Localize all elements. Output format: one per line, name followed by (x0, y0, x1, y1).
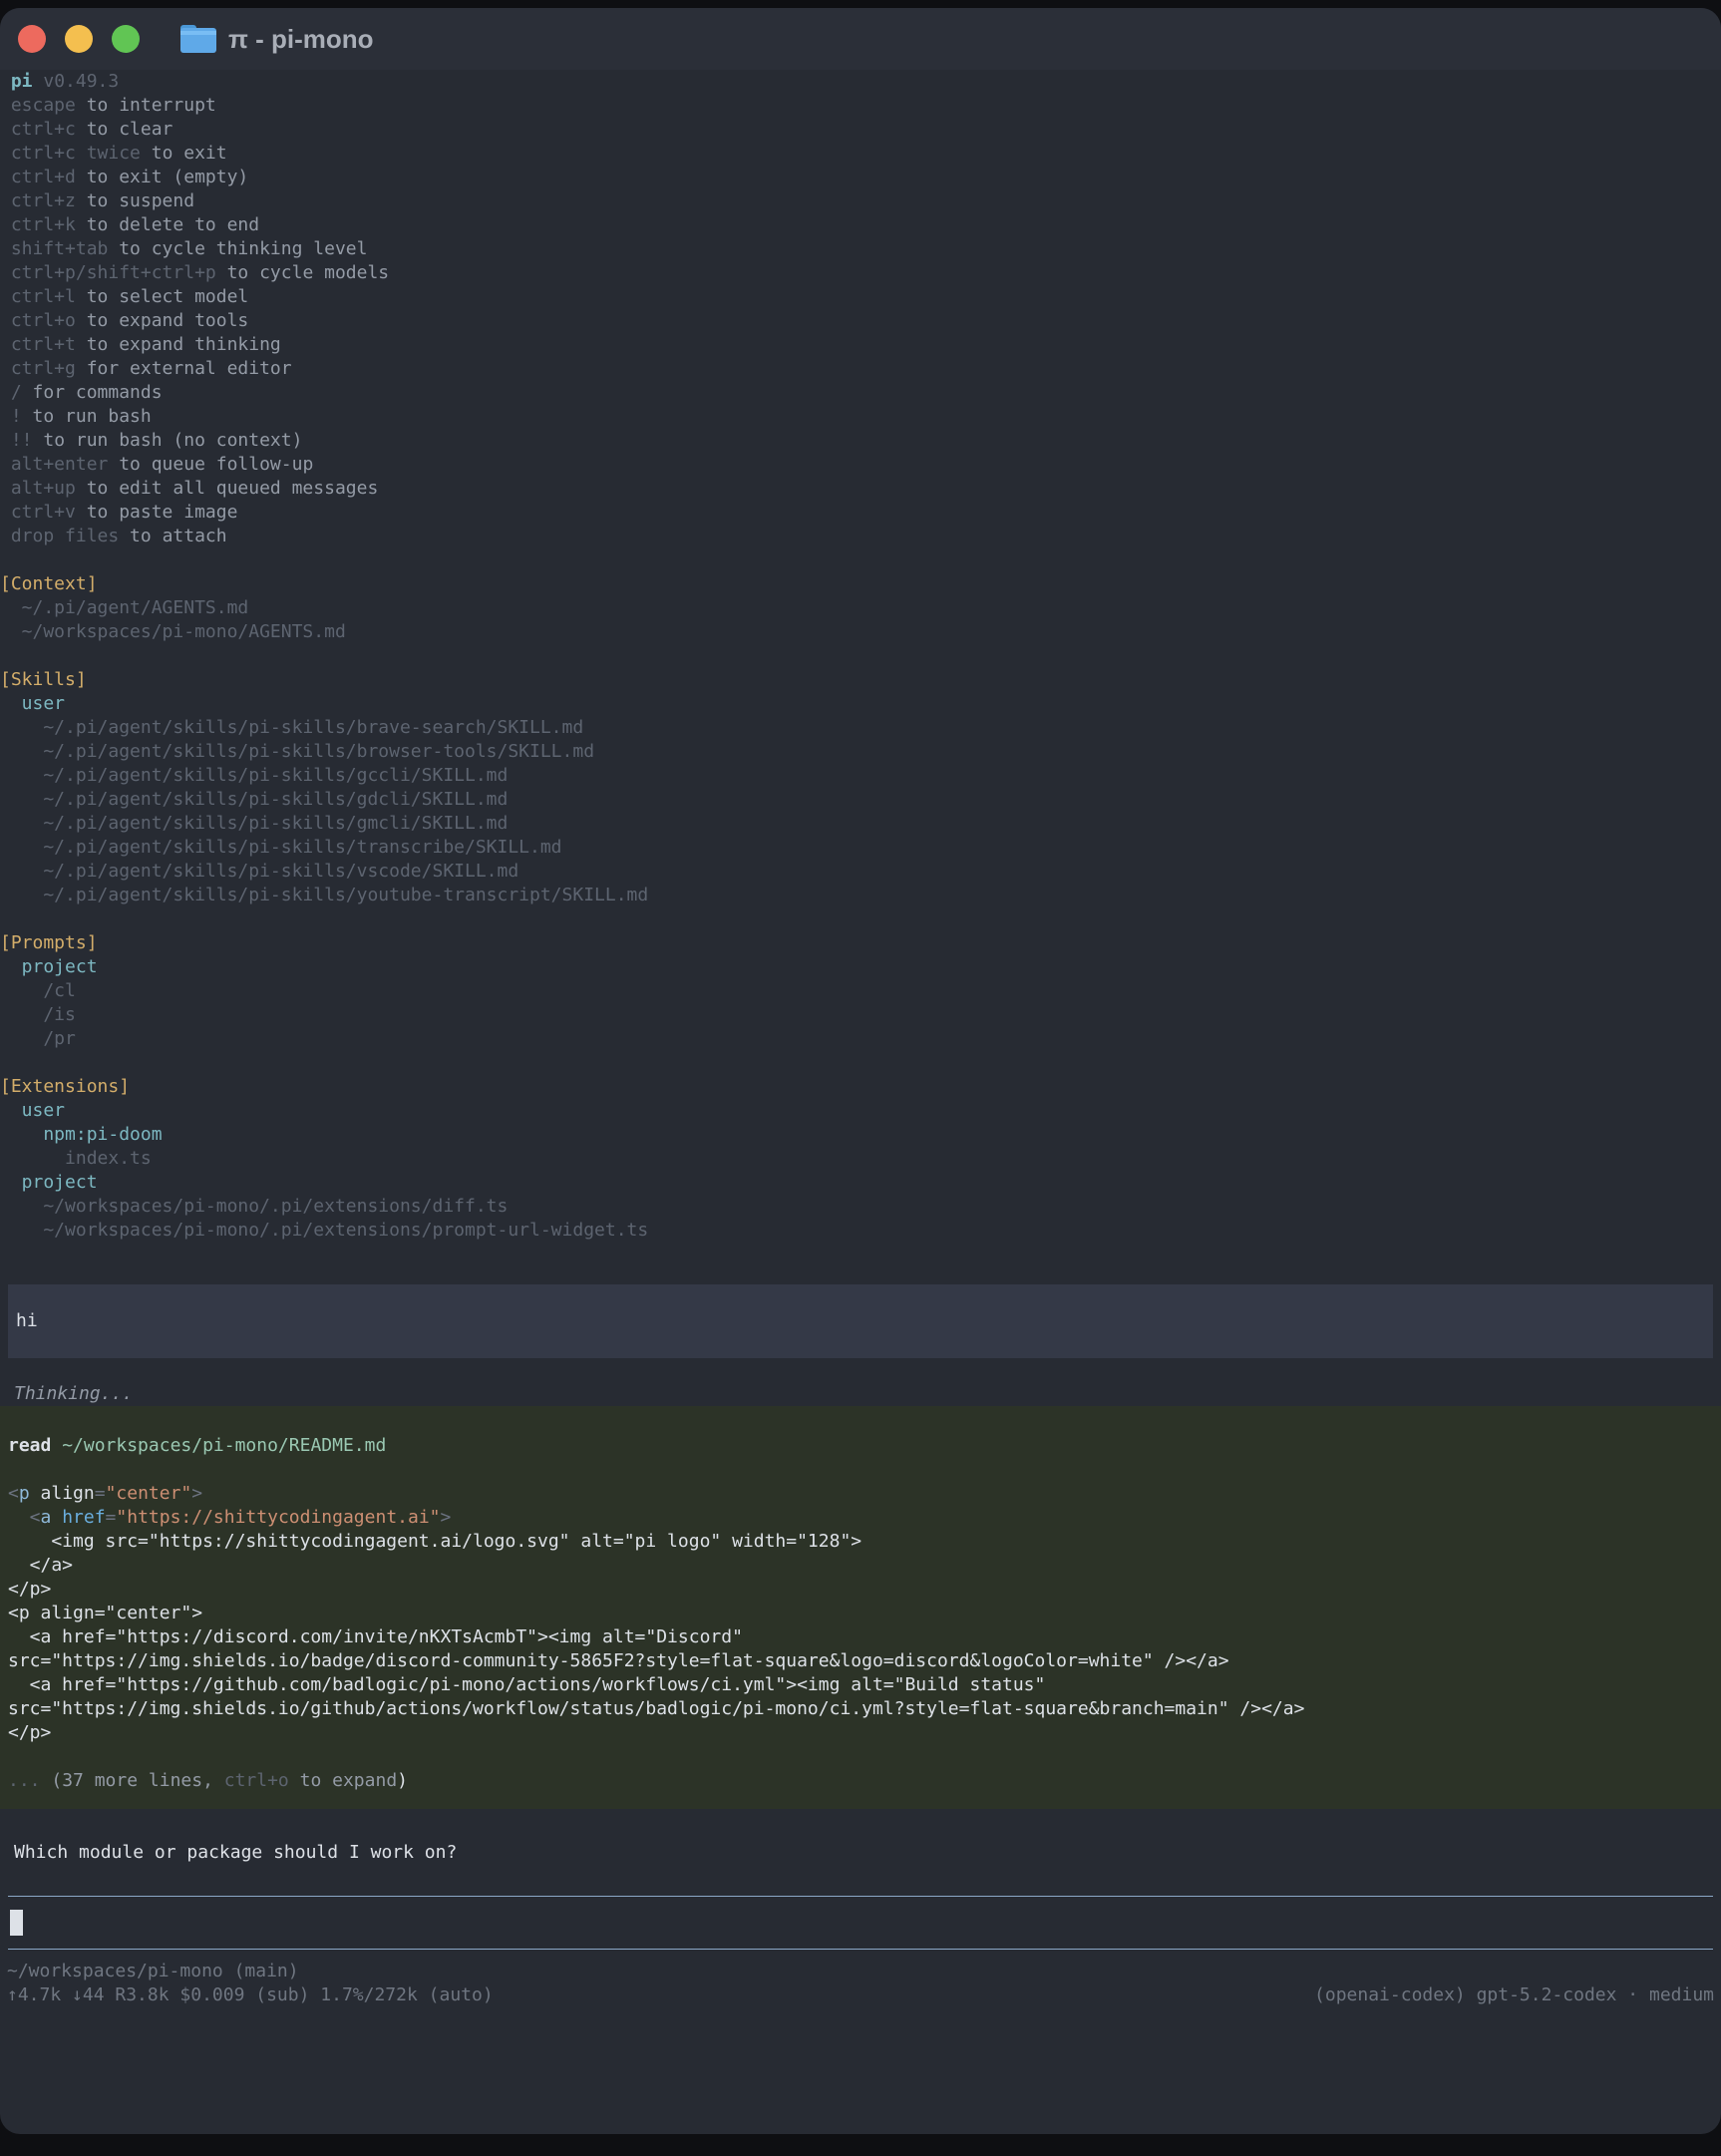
terminal-line (0, 644, 1721, 668)
statusbar-token-stats: ↑4.7k ↓44 R3.8k $0.009 (sub) 1.7%/272k (… (7, 1983, 494, 2007)
terminal-line: ~/workspaces/pi-mono/.pi/extensions/diff… (0, 1195, 1721, 1219)
terminal-line: ~/.pi/agent/skills/pi-skills/gmcli/SKILL… (0, 812, 1721, 836)
close-button[interactable] (18, 25, 46, 53)
terminal-line: [Prompts] (0, 931, 1721, 955)
folder-icon (180, 25, 216, 53)
terminal-line: ctrl+p/shift+ctrl+p to cycle models (0, 261, 1721, 285)
terminal-line: ~/.pi/agent/skills/pi-skills/gdcli/SKILL… (0, 788, 1721, 812)
terminal-line: [Context] (0, 572, 1721, 596)
terminal-line: ~/workspaces/pi-mono/AGENTS.md (0, 620, 1721, 644)
terminal-line: ... (37 more lines, ctrl+o to expand) (8, 1769, 1713, 1793)
terminal-line: index.ts (0, 1147, 1721, 1171)
terminal-line: /pr (0, 1027, 1721, 1051)
terminal-content: pi v0.49.3 escape to interrupt ctrl+c to… (0, 70, 1721, 2007)
statusbar: ~/workspaces/pi-mono (main) ↑4.7k ↓44 R3… (7, 1960, 1714, 2007)
terminal-line: ctrl+c twice to exit (0, 142, 1721, 166)
terminal-line (0, 1051, 1721, 1075)
terminal-line: project (0, 955, 1721, 979)
terminal-line: ctrl+k to delete to end (0, 213, 1721, 237)
terminal-line: pi v0.49.3 (0, 70, 1721, 94)
terminal-line: shift+tab to cycle thinking level (0, 237, 1721, 261)
titlebar: π - pi-mono (0, 8, 1721, 70)
terminal-line: !! to run bash (no context) (0, 429, 1721, 453)
terminal-line (0, 548, 1721, 572)
terminal-line: <img src="https://shittycodingagent.ai/l… (8, 1530, 1713, 1554)
desktop: { "palette": { "outer_bg": "#0e0f12", "w… (0, 0, 1721, 2156)
terminal-line: ~/.pi/agent/AGENTS.md (0, 596, 1721, 620)
terminal-line: <a href="https://github.com/badlogic/pi-… (8, 1673, 1713, 1697)
terminal-line: [Extensions] (0, 1075, 1721, 1099)
window-title: π - pi-mono (228, 24, 374, 55)
terminal-line: ~/.pi/agent/skills/pi-skills/transcribe/… (0, 836, 1721, 860)
terminal-line: project (0, 1171, 1721, 1195)
startup-info: pi v0.49.3 escape to interrupt ctrl+c to… (0, 70, 1721, 1243)
terminal-line (0, 907, 1721, 931)
terminal-line: /cl (0, 979, 1721, 1003)
terminal-line: <a href="https://discord.com/invite/nKXT… (8, 1625, 1713, 1649)
terminal-line: </p> (8, 1578, 1713, 1602)
terminal-line: ctrl+c to clear (0, 118, 1721, 142)
statusbar-cwd: ~/workspaces/pi-mono (main) (7, 1960, 1714, 1983)
terminal-line: ctrl+o to expand tools (0, 309, 1721, 333)
terminal-line: ~/.pi/agent/skills/pi-skills/vscode/SKIL… (0, 860, 1721, 884)
terminal-line: drop files to attach (0, 525, 1721, 548)
terminal-line (8, 1745, 1713, 1769)
terminal-line: </p> (8, 1721, 1713, 1745)
minimize-button[interactable] (65, 25, 93, 53)
terminal-line: ! to run bash (0, 405, 1721, 429)
terminal-line: user (0, 692, 1721, 716)
terminal-line: ~/workspaces/pi-mono/.pi/extensions/prom… (0, 1219, 1721, 1243)
terminal-line: user (0, 1099, 1721, 1123)
statusbar-model-info: (openai-codex) gpt-5.2-codex · medium (1314, 1983, 1714, 2007)
user-message-text: hi (16, 1309, 1705, 1333)
terminal-line: </a> (8, 1554, 1713, 1578)
terminal-line: <p align="center"> (8, 1602, 1713, 1625)
thinking-indicator: Thinking... (14, 1382, 1721, 1406)
user-message: hi (8, 1284, 1713, 1358)
terminal-window: π - pi-mono pi v0.49.3 escape to interru… (0, 8, 1721, 2134)
assistant-question: Which module or package should I work on… (14, 1841, 1721, 1865)
terminal-line: /is (0, 1003, 1721, 1027)
terminal-line: ctrl+g for external editor (0, 357, 1721, 381)
terminal-line: ~/.pi/agent/skills/pi-skills/brave-searc… (0, 716, 1721, 740)
terminal-line: ~/.pi/agent/skills/pi-skills/gccli/SKILL… (0, 764, 1721, 788)
terminal-line (8, 1458, 1713, 1482)
tool-call-read-box: read ~/workspaces/pi-mono/README.md <p a… (0, 1406, 1721, 1809)
terminal-line: read ~/workspaces/pi-mono/README.md (8, 1434, 1713, 1458)
terminal-line: alt+up to edit all queued messages (0, 477, 1721, 501)
terminal-line: <a href="https://shittycodingagent.ai"> (8, 1506, 1713, 1530)
terminal-line: ctrl+v to paste image (0, 501, 1721, 525)
text-cursor (10, 1910, 23, 1936)
zoom-button[interactable] (112, 25, 140, 53)
terminal-line: ~/.pi/agent/skills/pi-skills/youtube-tra… (0, 884, 1721, 907)
terminal-line: <p align="center"> (8, 1482, 1713, 1506)
terminal-line: [Skills] (0, 668, 1721, 692)
terminal-line: ~/.pi/agent/skills/pi-skills/browser-too… (0, 740, 1721, 764)
terminal-line: src="https://img.shields.io/github/actio… (8, 1697, 1713, 1721)
terminal-line: ctrl+t to expand thinking (0, 333, 1721, 357)
terminal-line: escape to interrupt (0, 94, 1721, 118)
terminal-line: ctrl+d to exit (empty) (0, 166, 1721, 189)
terminal-line: npm:pi-doom (0, 1123, 1721, 1147)
terminal-line: ctrl+l to select model (0, 285, 1721, 309)
terminal-line: alt+enter to queue follow-up (0, 453, 1721, 477)
terminal-line: / for commands (0, 381, 1721, 405)
terminal-line: ctrl+z to suspend (0, 189, 1721, 213)
prompt-input[interactable] (8, 1896, 1713, 1950)
terminal-line: src="https://img.shields.io/badge/discor… (8, 1649, 1713, 1673)
